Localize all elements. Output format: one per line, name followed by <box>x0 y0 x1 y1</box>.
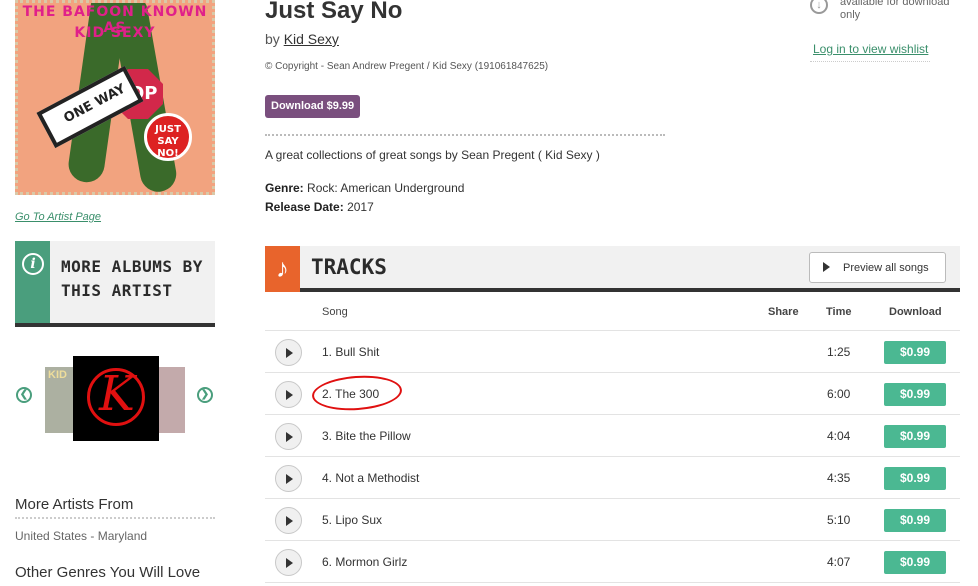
preview-all-songs-button[interactable]: Preview all songs <box>809 252 946 283</box>
track-row: 4. Not a Methodist 4:35 $0.99 <box>265 457 960 499</box>
chevron-right-icon[interactable]: ❯ <box>197 387 213 403</box>
release-date-info: Release Date: 2017 <box>265 200 374 214</box>
track-duration: 1:25 <box>827 345 851 359</box>
track-name[interactable]: 4. Not a Methodist <box>322 471 419 485</box>
track-row: 5. Lipo Sux 5:10 $0.99 <box>265 499 960 541</box>
copyright-text: © Copyright - Sean Andrew Pregent / Kid … <box>265 61 549 72</box>
track-duration: 4:07 <box>827 555 851 569</box>
album-description: A great collections of great songs by Se… <box>265 148 600 162</box>
track-duration: 6:00 <box>827 387 851 401</box>
track-name[interactable]: 2. The 300 <box>322 387 379 401</box>
more-albums-title: MORE ALBUMS BY THIS ARTIST <box>61 257 203 300</box>
buy-track-button[interactable]: $0.99 <box>884 425 946 448</box>
go-to-artist-page-link[interactable]: Go To Artist Page <box>15 211 101 223</box>
column-header-time: Time <box>826 306 852 318</box>
play-track-button[interactable] <box>275 381 302 408</box>
download-icon: ↓ <box>810 0 828 14</box>
track-name[interactable]: 3. Bite the Pillow <box>322 429 411 443</box>
divider <box>265 134 665 136</box>
buy-track-button[interactable]: $0.99 <box>884 509 946 532</box>
release-date-label: Release Date: <box>265 200 344 214</box>
album-thumbnail-text: KID <box>48 369 67 381</box>
tracks-title: TRACKS <box>311 255 387 279</box>
other-genres-heading: Other Genres You Will Love <box>15 564 201 581</box>
column-header-song: Song <box>322 306 348 318</box>
album-title: Just Say No <box>265 0 403 24</box>
track-name[interactable]: 6. Mormon Girlz <box>322 555 407 569</box>
info-icon: i <box>22 253 44 275</box>
download-album-button[interactable]: Download $9.99 <box>265 95 361 118</box>
play-track-button[interactable] <box>275 507 302 534</box>
more-artists-heading: More Artists From <box>15 496 215 519</box>
play-icon <box>823 262 830 272</box>
buy-track-button[interactable]: $0.99 <box>884 467 946 490</box>
chevron-left-icon[interactable]: ❮ <box>16 387 32 403</box>
play-track-button[interactable] <box>275 339 302 366</box>
by-prefix: by <box>265 31 280 47</box>
album-cover[interactable]: THE BAFOON KNOWN AS KID SEXY OP ONE WAY … <box>15 0 215 195</box>
one-way-sign-text: ONE WAY <box>61 81 129 127</box>
genre-label: Genre: <box>265 181 304 195</box>
play-track-button[interactable] <box>275 423 302 450</box>
track-duration: 5:10 <box>827 513 851 527</box>
genre-info: Genre: Rock: American Underground <box>265 181 464 195</box>
play-track-button[interactable] <box>275 549 302 576</box>
music-note-icon: ♪ <box>265 246 300 292</box>
album-thumbnail-active[interactable]: K <box>73 356 159 441</box>
info-strip: i <box>15 241 50 323</box>
track-row: 1. Bull Shit 1:25 $0.99 <box>265 331 960 373</box>
buy-track-button[interactable]: $0.99 <box>884 551 946 574</box>
more-artists-location-link[interactable]: United States - Maryland <box>15 529 147 543</box>
artist-byline: by Kid Sexy <box>265 31 339 47</box>
preview-all-label: Preview all songs <box>843 262 929 274</box>
cover-title-line: KID SEXY <box>74 25 156 41</box>
track-name[interactable]: 5. Lipo Sux <box>322 513 382 527</box>
more-albums-carousel: ❮ KID K ❯ <box>15 356 215 442</box>
genre-value: Rock: American Underground <box>307 181 465 195</box>
release-date-value: 2017 <box>347 200 374 214</box>
track-name[interactable]: 1. Bull Shit <box>322 345 379 359</box>
column-header-download: Download <box>889 306 942 318</box>
just-say-no-badge: JUST SAY NO! <box>144 113 192 161</box>
tracks-header: ♪ TRACKS Preview all songs <box>265 246 960 292</box>
play-track-button[interactable] <box>275 465 302 492</box>
download-only-text: available for download only <box>840 0 950 21</box>
track-row: 6. Mormon Girlz 4:07 $0.99 <box>265 541 960 583</box>
buy-track-button[interactable]: $0.99 <box>884 341 946 364</box>
track-row: 2. The 300 6:00 $0.99 <box>265 373 960 415</box>
view-wishlist-link[interactable]: Log in to view wishlist <box>813 42 928 56</box>
artist-link[interactable]: Kid Sexy <box>284 31 339 47</box>
track-duration: 4:04 <box>827 429 851 443</box>
track-duration: 4:35 <box>827 471 851 485</box>
track-row: 3. Bite the Pillow 4:04 $0.99 <box>265 415 960 457</box>
k-logo-icon: K <box>99 366 135 422</box>
divider <box>810 61 930 62</box>
buy-track-button[interactable]: $0.99 <box>884 383 946 406</box>
more-albums-panel: i MORE ALBUMS BY THIS ARTIST <box>15 241 215 327</box>
column-header-share: Share <box>768 306 799 318</box>
